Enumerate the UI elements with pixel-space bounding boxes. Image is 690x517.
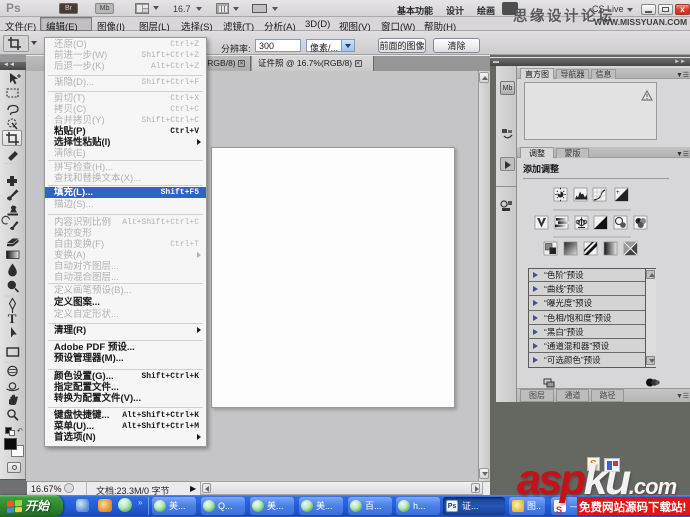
svg-text:+: + — [616, 190, 620, 196]
svg-text:T: T — [8, 311, 17, 326]
